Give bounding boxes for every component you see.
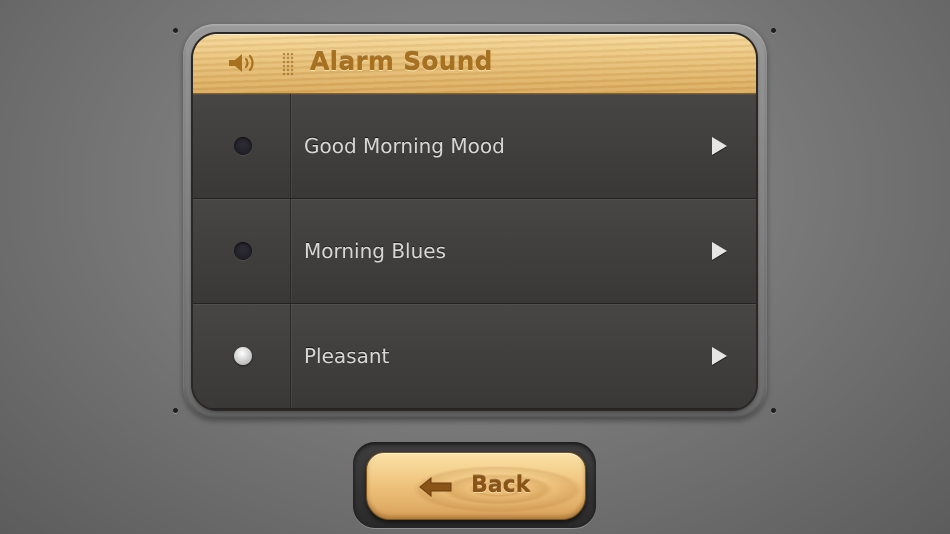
sound-row-good-morning-mood[interactable]: Good Morning Mood — [193, 94, 756, 199]
radio-unselected[interactable] — [234, 242, 252, 260]
speaker-icon — [229, 54, 254, 72]
panel-header: Alarm Sound — [193, 34, 756, 94]
radio-selected[interactable] — [234, 347, 252, 365]
back-button[interactable]: Back — [366, 452, 586, 520]
row-divider — [290, 199, 291, 303]
sound-label: Pleasant — [304, 344, 390, 368]
back-arrow-icon — [419, 477, 452, 497]
radio-unselected[interactable] — [234, 137, 252, 155]
sound-row-morning-blues[interactable]: Morning Blues — [193, 199, 756, 304]
screw-top-right — [771, 28, 776, 33]
sound-label: Morning Blues — [304, 239, 447, 263]
play-icon[interactable] — [712, 347, 727, 365]
play-icon[interactable] — [712, 242, 727, 260]
row-divider — [290, 304, 291, 408]
alarm-sound-panel: Alarm Sound Good Morning Mood Morning Bl… — [193, 34, 756, 409]
drag-grip — [282, 52, 294, 76]
screw-bottom-left — [173, 408, 178, 413]
sound-row-pleasant[interactable]: Pleasant — [193, 304, 756, 409]
row-divider — [290, 94, 291, 198]
screw-bottom-right — [771, 408, 776, 413]
panel-title: Alarm Sound — [310, 47, 493, 76]
back-label: Back — [471, 473, 531, 498]
sound-label: Good Morning Mood — [304, 134, 505, 158]
play-icon[interactable] — [712, 137, 727, 155]
screw-top-left — [173, 28, 178, 33]
